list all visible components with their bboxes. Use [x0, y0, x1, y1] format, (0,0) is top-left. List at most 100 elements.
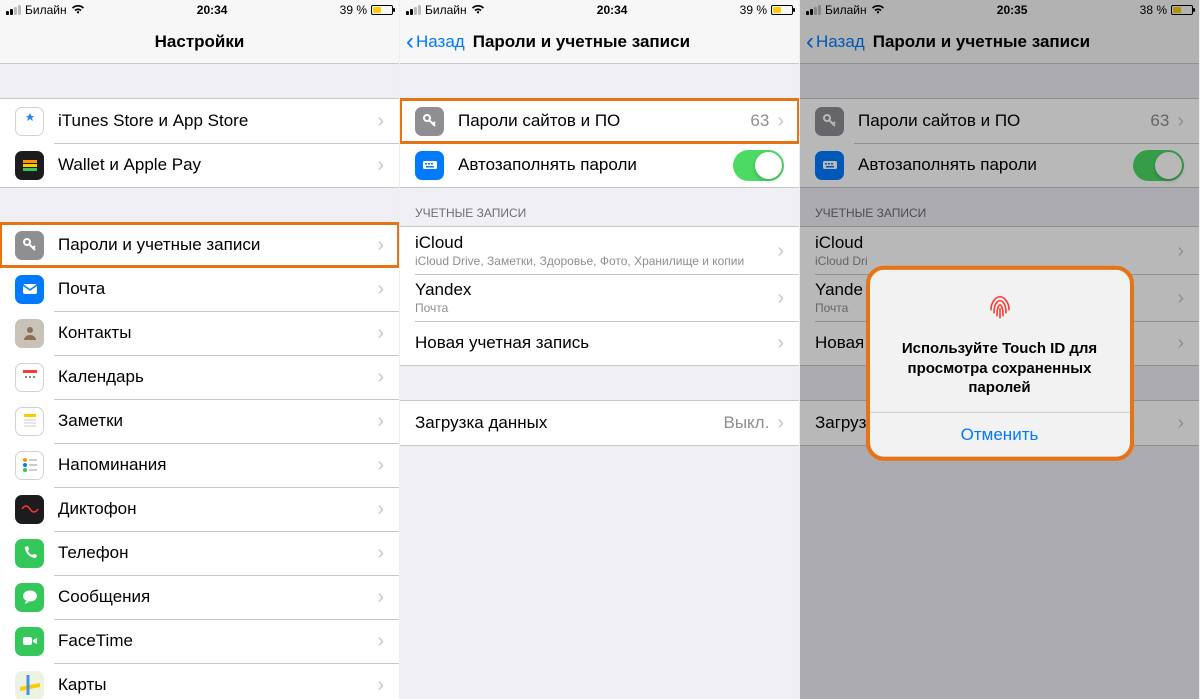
settings-list[interactable]: iTunes Store и App Store › Wallet и Appl…	[0, 64, 399, 699]
cell-mail[interactable]: Почта ›	[0, 267, 399, 311]
touchid-alert: Используйте Touch ID для просмотра сохра…	[870, 270, 1130, 457]
cell-voicememos[interactable]: Диктофон ›	[0, 487, 399, 531]
maps-icon	[15, 671, 44, 699]
chevron-right-icon: ›	[377, 111, 384, 131]
cell-website-app-passwords[interactable]: Пароли сайтов и ПО 63 ›	[400, 99, 799, 143]
cell-label: Новая учетная запись	[415, 333, 777, 353]
status-bar: Билайн 20:34 39 %	[400, 0, 799, 20]
screen-settings: Билайн 20:34 39 % Настройки iTunes Store…	[0, 0, 400, 699]
key-icon	[15, 231, 44, 260]
phone-icon	[15, 539, 44, 568]
messages-icon	[15, 583, 44, 612]
cell-add-account[interactable]: Новая учетная запись ›	[400, 321, 799, 365]
voicememos-icon	[15, 495, 44, 524]
nav-title: Пароли и учетные записи	[473, 32, 799, 52]
cell-label: Заметки	[58, 411, 377, 431]
chevron-right-icon: ›	[377, 631, 384, 651]
chevron-right-icon: ›	[777, 288, 784, 308]
calendar-icon	[15, 363, 44, 392]
cell-subtitle: Почта	[415, 302, 777, 315]
cell-label: Карты	[58, 675, 377, 695]
cell-maps[interactable]: Карты ›	[0, 663, 399, 699]
status-time: 20:34	[197, 3, 228, 17]
alert-cancel-button[interactable]: Отменить	[870, 412, 1130, 457]
signal-icon	[6, 5, 21, 15]
chevron-right-icon: ›	[377, 499, 384, 519]
cell-label: Телефон	[58, 543, 377, 563]
cell-label: Календарь	[58, 367, 377, 387]
chevron-right-icon: ›	[777, 413, 784, 433]
carrier-label: Билайн	[425, 3, 467, 17]
cell-label: Пароли и учетные записи	[58, 235, 377, 255]
cell-notes[interactable]: Заметки ›	[0, 399, 399, 443]
cell-label: Yandex	[415, 280, 777, 300]
wifi-icon	[471, 3, 485, 17]
chevron-right-icon: ›	[377, 279, 384, 299]
battery-percent: 39 %	[340, 3, 367, 17]
cell-autofill-passwords[interactable]: Автозаполнять пароли	[400, 143, 799, 187]
wifi-icon	[71, 3, 85, 17]
cell-label: FaceTime	[58, 631, 377, 651]
chevron-left-icon: ‹	[406, 30, 414, 54]
reminders-icon	[15, 451, 44, 480]
chevron-right-icon: ›	[377, 543, 384, 563]
chevron-right-icon: ›	[777, 111, 784, 131]
cell-label: Напоминания	[58, 455, 377, 475]
battery-percent: 39 %	[740, 3, 767, 17]
carrier-label: Билайн	[25, 3, 67, 17]
cell-contacts[interactable]: Контакты ›	[0, 311, 399, 355]
key-icon	[415, 107, 444, 136]
back-button[interactable]: ‹ Назад	[400, 30, 465, 54]
nav-bar: ‹ Назад Пароли и учетные записи	[400, 20, 799, 64]
notes-icon	[15, 407, 44, 436]
autofill-toggle[interactable]	[733, 150, 784, 181]
contacts-icon	[15, 319, 44, 348]
passwords-count: 63	[750, 111, 769, 131]
cell-calendar[interactable]: Календарь ›	[0, 355, 399, 399]
cell-messages[interactable]: Сообщения ›	[0, 575, 399, 619]
signal-icon	[406, 5, 421, 15]
cell-label: iCloud	[415, 233, 777, 253]
accounts-section-header: УЧЕТНЫЕ ЗАПИСИ	[400, 188, 799, 226]
facetime-icon	[15, 627, 44, 656]
cell-label: Загрузка данных	[415, 413, 723, 433]
battery-icon	[771, 5, 793, 15]
chevron-right-icon: ›	[777, 241, 784, 261]
wallet-icon	[15, 151, 44, 180]
status-bar: Билайн 20:34 39 %	[0, 0, 399, 20]
cell-wallet[interactable]: Wallet и Apple Pay ›	[0, 143, 399, 187]
fetch-value: Выкл.	[723, 413, 769, 433]
cell-label: Почта	[58, 279, 377, 299]
cell-label: iTunes Store и App Store	[58, 111, 377, 131]
battery-icon	[371, 5, 393, 15]
status-time: 20:34	[597, 3, 628, 17]
chevron-right-icon: ›	[777, 333, 784, 353]
cell-facetime[interactable]: FaceTime ›	[0, 619, 399, 663]
appstore-icon	[15, 107, 44, 136]
accounts-list[interactable]: Пароли сайтов и ПО 63 › Автозаполнять па…	[400, 64, 799, 699]
fingerprint-icon	[886, 288, 1114, 329]
keyboard-icon	[415, 151, 444, 180]
cell-itunes-store[interactable]: iTunes Store и App Store ›	[0, 99, 399, 143]
chevron-right-icon: ›	[377, 587, 384, 607]
cell-phone[interactable]: Телефон ›	[0, 531, 399, 575]
cell-fetch-data[interactable]: Загрузка данных Выкл. ›	[400, 401, 799, 445]
screen-passwords-accounts: Билайн 20:34 39 % ‹ Назад Пароли и учетн…	[400, 0, 800, 699]
cell-label: Wallet и Apple Pay	[58, 155, 377, 175]
chevron-right-icon: ›	[377, 455, 384, 475]
cell-yandex-account[interactable]: Yandex Почта ›	[400, 274, 799, 321]
cell-reminders[interactable]: Напоминания ›	[0, 443, 399, 487]
nav-bar: Настройки	[0, 20, 399, 64]
cell-passwords-accounts[interactable]: Пароли и учетные записи ›	[0, 223, 399, 267]
cell-label: Диктофон	[58, 499, 377, 519]
cell-label: Автозаполнять пароли	[458, 155, 733, 175]
back-label: Назад	[416, 32, 465, 52]
cell-label: Пароли сайтов и ПО	[458, 111, 750, 131]
cell-subtitle: iCloud Drive, Заметки, Здоровье, Фото, Х…	[415, 255, 777, 268]
chevron-right-icon: ›	[377, 323, 384, 343]
cell-label: Контакты	[58, 323, 377, 343]
chevron-right-icon: ›	[377, 675, 384, 695]
cell-icloud-account[interactable]: iCloud iCloud Drive, Заметки, Здоровье, …	[400, 227, 799, 274]
alert-message: Используйте Touch ID для просмотра сохра…	[886, 339, 1114, 398]
chevron-right-icon: ›	[377, 411, 384, 431]
